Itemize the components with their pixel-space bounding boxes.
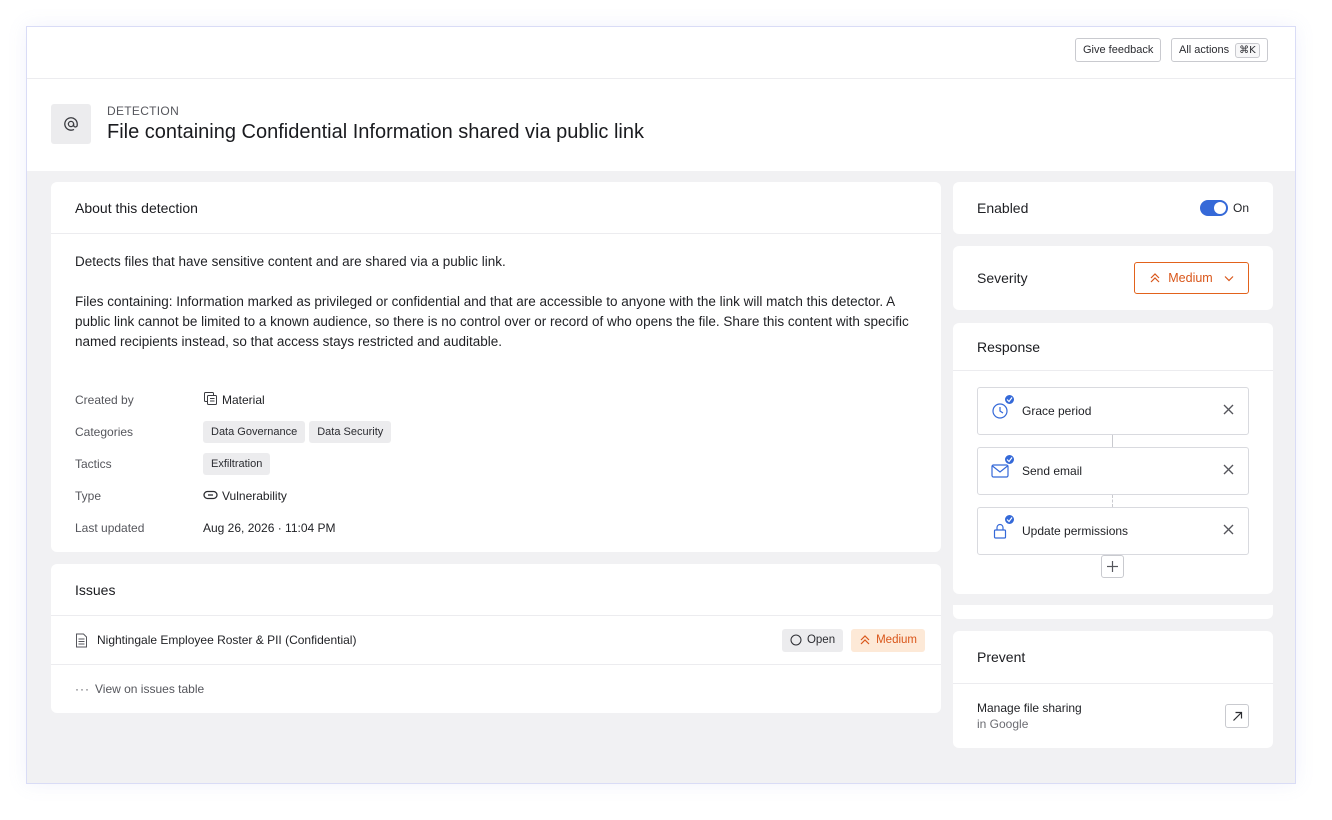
document-icon bbox=[75, 633, 88, 648]
meta-label: Last updated bbox=[75, 521, 145, 535]
detection-header: DETECTION File containing Confidential I… bbox=[27, 79, 1295, 171]
prevent-action-title: Manage file sharing bbox=[977, 701, 1082, 715]
severity-card: Severity Medium bbox=[953, 246, 1273, 310]
meta-value: Vulnerability bbox=[203, 489, 287, 503]
enabled-card: Enabled On bbox=[953, 182, 1273, 234]
status-badge: Open bbox=[781, 628, 844, 652]
meta-row-categories: Categories Data Governance Data Security bbox=[75, 416, 392, 448]
mail-icon bbox=[990, 454, 1015, 481]
prevent-action-subtitle: in Google bbox=[977, 717, 1029, 731]
step-connector bbox=[1112, 495, 1113, 507]
created-by-value: Material bbox=[222, 393, 265, 407]
about-description: Detects files that have sensitive conten… bbox=[51, 234, 941, 352]
close-icon[interactable] bbox=[1223, 464, 1234, 478]
chevrons-up-icon bbox=[1149, 272, 1161, 284]
all-actions-label: All actions bbox=[1179, 44, 1230, 56]
response-step[interactable]: Send email bbox=[977, 447, 1249, 495]
link-icon bbox=[203, 489, 218, 503]
meta-value: Aug 26, 2026 · 11:04 PM bbox=[203, 521, 336, 535]
check-badge-icon bbox=[1004, 394, 1015, 405]
metadata-list: Created by Material Categories Data Gove… bbox=[75, 384, 392, 544]
about-heading: About this detection bbox=[51, 182, 941, 234]
meta-label: Type bbox=[75, 489, 102, 503]
meta-label: Created by bbox=[75, 393, 134, 407]
step-label: Send email bbox=[1022, 464, 1083, 478]
give-feedback-label: Give feedback bbox=[1083, 44, 1154, 56]
prevent-heading: Prevent bbox=[953, 631, 1273, 684]
issues-card: Issues Nightingale Employee Roster & PII… bbox=[51, 564, 941, 713]
last-updated-value: Aug 26, 2026 · 11:04 PM bbox=[203, 521, 336, 535]
check-badge-icon bbox=[1004, 454, 1015, 465]
app-window: Give feedback All actions ⌘K DETECTION F… bbox=[26, 26, 1296, 784]
plus-icon bbox=[1106, 560, 1119, 573]
severity-value: Medium bbox=[1168, 271, 1213, 285]
description-paragraph: Detects files that have sensitive conten… bbox=[75, 254, 506, 269]
toggle-state-label: On bbox=[1232, 201, 1249, 215]
enabled-toggle-group: On bbox=[1199, 200, 1249, 216]
copy-stack-icon bbox=[203, 391, 218, 409]
meta-row-created-by: Created by Material bbox=[75, 384, 391, 416]
meta-label: Categories bbox=[75, 425, 134, 439]
tactic-tag: Exfiltration bbox=[203, 453, 271, 475]
give-feedback-button[interactable]: Give feedback bbox=[1075, 38, 1162, 62]
enabled-toggle[interactable] bbox=[1199, 200, 1228, 216]
top-bar: Give feedback All actions ⌘K bbox=[27, 27, 1295, 79]
type-value: Vulnerability bbox=[222, 489, 287, 503]
status-label: Open bbox=[806, 634, 836, 646]
meta-row-tactics: Tactics Exfiltration bbox=[75, 448, 391, 480]
more-dots-icon: ··· bbox=[75, 681, 90, 696]
page-title: File containing Confidential Information… bbox=[107, 121, 644, 143]
severity-label: Medium bbox=[876, 634, 917, 646]
severity-title: Severity bbox=[977, 270, 1028, 286]
response-heading: Response bbox=[953, 323, 1273, 371]
close-icon[interactable] bbox=[1223, 404, 1234, 418]
meta-row-last-updated: Last updated Aug 26, 2026 · 11:04 PM bbox=[75, 512, 391, 544]
view-issues-label: View on issues table bbox=[95, 681, 205, 696]
enabled-label: Enabled bbox=[977, 200, 1029, 216]
meta-row-type: Type Vulnerability bbox=[75, 480, 391, 512]
about-card: About this detection Detects files that … bbox=[51, 182, 941, 552]
response-step[interactable]: Update permissions bbox=[977, 507, 1249, 555]
meta-value: Material bbox=[203, 391, 265, 409]
lock-icon bbox=[990, 514, 1015, 541]
meta-value: Data Governance Data Security bbox=[203, 421, 392, 443]
response-card: Response Grace period Send email Update … bbox=[953, 323, 1273, 594]
category-tag: Data Security bbox=[309, 421, 392, 443]
chevrons-up-icon bbox=[859, 634, 871, 646]
description-paragraph: Files containing: Information marked as … bbox=[75, 294, 909, 349]
all-actions-button[interactable]: All actions ⌘K bbox=[1171, 38, 1268, 62]
add-step-button[interactable] bbox=[1101, 555, 1124, 578]
open-external-button[interactable] bbox=[1225, 704, 1249, 728]
check-badge-icon bbox=[1004, 514, 1015, 525]
severity-badge: Medium bbox=[851, 628, 925, 652]
category-tag: Data Governance bbox=[203, 421, 306, 443]
meta-value: Exfiltration bbox=[203, 453, 271, 475]
open-circle-icon bbox=[790, 634, 802, 646]
arrow-up-right-icon bbox=[1232, 711, 1243, 722]
step-label: Update permissions bbox=[1022, 524, 1129, 538]
table-row[interactable]: Nightingale Employee Roster & PII (Confi… bbox=[51, 616, 941, 665]
close-icon[interactable] bbox=[1223, 524, 1234, 538]
at-sign-icon bbox=[51, 104, 91, 144]
response-step[interactable]: Grace period bbox=[977, 387, 1249, 435]
issues-heading: Issues bbox=[51, 564, 941, 616]
prevent-card: Prevent Manage file sharing in Google bbox=[953, 631, 1273, 748]
step-label: Grace period bbox=[1022, 404, 1092, 418]
response-card-footer bbox=[953, 605, 1273, 619]
severity-dropdown[interactable]: Medium bbox=[1134, 262, 1249, 294]
step-connector bbox=[1112, 435, 1113, 447]
chevron-down-icon bbox=[1224, 275, 1234, 282]
clock-icon bbox=[990, 394, 1015, 421]
page-eyebrow: DETECTION bbox=[107, 104, 180, 118]
meta-label: Tactics bbox=[75, 457, 112, 471]
issue-name[interactable]: Nightingale Employee Roster & PII (Confi… bbox=[97, 633, 782, 647]
view-issues-link[interactable]: ··· View on issues table bbox=[51, 665, 941, 712]
all-actions-shortcut: ⌘K bbox=[1235, 42, 1260, 58]
